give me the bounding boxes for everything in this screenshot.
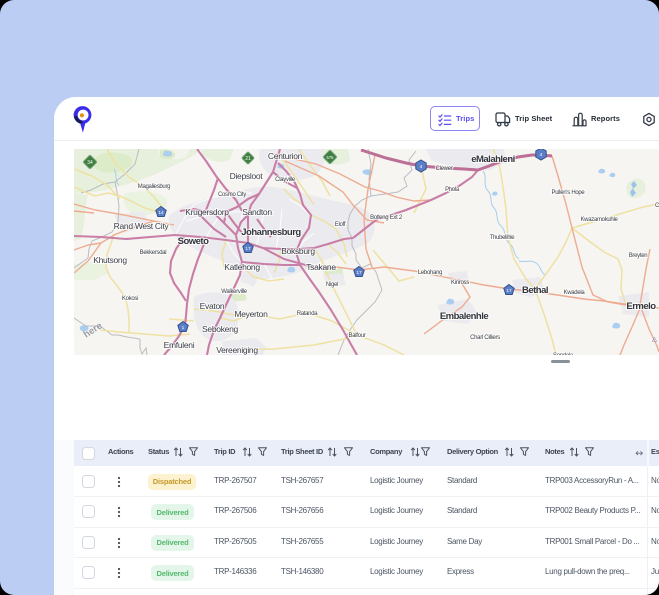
svg-text:Evaton: Evaton <box>200 301 225 311</box>
svg-text:Ermelo: Ermelo <box>626 301 656 312</box>
svg-text:Embalenhle: Embalenhle <box>440 311 489 322</box>
svg-text:34: 34 <box>87 160 93 166</box>
svg-text:Meyerton: Meyerton <box>234 309 268 319</box>
svg-text:Johannesburg: Johannesburg <box>241 227 301 238</box>
svg-text:17: 17 <box>356 270 362 276</box>
svg-text:4: 4 <box>420 164 423 170</box>
svg-text:Khutsong: Khutsong <box>93 255 127 265</box>
svg-text:Walkerville: Walkerville <box>221 289 247 295</box>
svg-text:Tsakane: Tsakane <box>306 262 336 272</box>
svg-text:Botleng Ext 2: Botleng Ext 2 <box>370 215 403 221</box>
svg-text:Eloff: Eloff <box>335 222 346 228</box>
svg-text:Nigel: Nigel <box>326 282 338 288</box>
svg-text:Ca...: Ca... <box>655 203 659 209</box>
svg-text:Soweto: Soweto <box>178 236 209 247</box>
svg-text:Katlehong: Katlehong <box>224 262 260 272</box>
svg-text:17: 17 <box>245 246 251 252</box>
svg-text:Sandton: Sandton <box>242 207 272 217</box>
svg-text:17: 17 <box>506 288 512 294</box>
svg-text:Kokosi: Kokosi <box>122 296 138 302</box>
svg-text:Rand West City: Rand West City <box>114 221 170 231</box>
svg-text:Breyten: Breyten <box>629 253 648 259</box>
svg-text:Diepsloot: Diepsloot <box>230 171 264 181</box>
svg-text:Boksburg: Boksburg <box>281 246 315 256</box>
svg-text:Emfuleni: Emfuleni <box>164 340 195 350</box>
svg-text:Cosmo City: Cosmo City <box>218 192 246 198</box>
svg-text:1: 1 <box>182 325 185 331</box>
svg-text:Pullen's Hope: Pullen's Hope <box>552 190 586 196</box>
svg-text:Clewer: Clewer <box>436 166 453 172</box>
svg-text:Lebohang: Lebohang <box>418 270 442 276</box>
svg-text:14: 14 <box>158 210 164 216</box>
svg-text:Charl Cilliers: Charl Cilliers <box>470 335 500 341</box>
svg-text:Magaliesburg: Magaliesburg <box>138 184 170 190</box>
svg-text:Kinross: Kinross <box>451 280 469 286</box>
svg-text:Thubelihle: Thubelihle <box>490 235 516 241</box>
svg-text:Clayville: Clayville <box>275 177 296 183</box>
svg-text:4: 4 <box>540 152 543 158</box>
svg-text:eMalahleni: eMalahleni <box>471 154 515 165</box>
svg-text:Sondela: Sondela <box>553 353 574 355</box>
svg-text:Bekkersdal: Bekkersdal <box>140 250 167 256</box>
svg-text:Phola: Phola <box>445 187 460 193</box>
svg-text:Balfour: Balfour <box>349 333 366 339</box>
svg-text:Ratanda: Ratanda <box>297 311 319 317</box>
svg-text:Sebokeng: Sebokeng <box>202 324 238 334</box>
svg-text:Bethal: Bethal <box>522 285 548 296</box>
svg-text:Kwadela: Kwadela <box>564 290 586 296</box>
svg-text:575: 575 <box>327 155 335 160</box>
svg-text:Centurion: Centurion <box>268 151 303 161</box>
svg-text:Kwazamokuhle: Kwazamokuhle <box>580 217 618 223</box>
svg-text:Vereeniging: Vereeniging <box>216 345 258 355</box>
svg-text:Krugersdorp: Krugersdorp <box>185 207 229 217</box>
svg-text:21: 21 <box>245 156 251 162</box>
